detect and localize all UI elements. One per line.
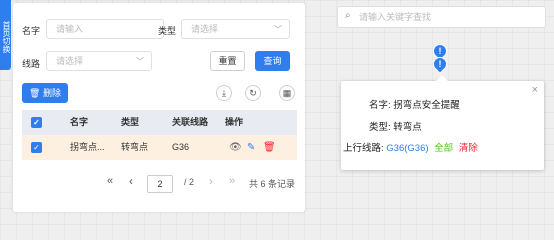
name-label: 名字 (22, 26, 41, 36)
download-icon[interactable]: ⤓ (216, 85, 232, 101)
line-select-placeholder: 请选择 (56, 56, 84, 66)
reset-button[interactable]: 重置 (210, 51, 245, 71)
map-search-placeholder: 请输入关键字查找 (359, 12, 432, 22)
next-page-icon[interactable]: › (209, 174, 213, 188)
prev-page-icon[interactable]: ‹ (129, 174, 133, 188)
search-icon: ⌕ (345, 10, 351, 21)
type-label: 类型 (158, 26, 177, 36)
popup-line-row: 上行线路: G36(G36) 全部 清除 (343, 140, 478, 154)
map-marker-icon[interactable]: ! (430, 54, 450, 74)
last-page-icon[interactable]: » (229, 175, 235, 187)
table-header: ✓ 名字 类型 关联线路 操作 (22, 110, 297, 135)
total-pages: / 2 (184, 177, 195, 187)
name-input[interactable]: 请输入 (46, 19, 164, 39)
side-tab[interactable]: 首页切换 (0, 0, 11, 70)
column-header-name: 名字 (70, 117, 89, 127)
column-header-type: 类型 (121, 117, 140, 127)
popup-name-value: 拐弯点安全提醒 (393, 100, 460, 111)
trash-icon: 🗑 (29, 88, 41, 98)
popup-name-label: 名字: (369, 100, 391, 111)
edit-icon[interactable]: ✎ (247, 135, 255, 160)
query-button[interactable]: 查询 (255, 51, 290, 71)
chevron-down-icon: ﹀ (274, 25, 282, 34)
popup-clear-link[interactable]: 清除 (459, 143, 478, 154)
cell-line: G36 (172, 142, 190, 152)
popup-all-link[interactable]: 全部 (434, 143, 453, 154)
query-panel: 名字 请输入 类型 请选择 ﹀ 线路 请选择 ﹀ 重置 查询 🗑 删除 ⤓ ↻ … (13, 3, 305, 212)
column-header-line: 关联线路 (172, 117, 209, 127)
delete-button[interactable]: 🗑 删除 (22, 83, 68, 103)
map-info-popup: × 名字: 拐弯点安全提醒 类型: 转弯点 上行线路: G36(G36) 全部 … (341, 75, 544, 170)
refresh-icon[interactable]: ↻ (245, 85, 261, 101)
line-select[interactable]: 请选择 ﹀ (46, 51, 152, 71)
select-all-checkbox[interactable]: ✓ (31, 117, 42, 128)
cell-type: 转弯点 (121, 142, 149, 152)
popup-type-value: 转弯点 (393, 122, 422, 133)
popup-name-row: 名字: 拐弯点安全提醒 (369, 97, 460, 111)
grid-icon[interactable]: ▦ (279, 85, 295, 101)
type-select[interactable]: 请选择 ﹀ (181, 19, 290, 39)
delete-button-label: 删除 (42, 88, 61, 98)
marker-glyph: ! (438, 46, 442, 56)
first-page-icon[interactable]: « (107, 175, 113, 187)
page-number-input[interactable]: 2 (147, 175, 173, 193)
column-header-actions: 操作 (225, 117, 244, 127)
chevron-down-icon: ﹀ (136, 57, 144, 66)
map-search-input[interactable]: ⌕ 请输入关键字查找 (337, 6, 546, 28)
row-checkbox[interactable]: ✓ (31, 142, 42, 153)
close-icon[interactable]: × (532, 84, 538, 96)
eye-icon[interactable]: 👁 (229, 135, 242, 160)
popup-line-label: 上行线路: (343, 143, 384, 154)
cell-name: 拐弯点... (70, 142, 105, 152)
table-row[interactable]: ✓ 拐弯点... 转弯点 G36 👁 ✎ 🗑 (22, 135, 297, 160)
popup-line-value[interactable]: G36(G36) (386, 143, 428, 154)
type-select-placeholder: 请选择 (191, 24, 219, 34)
popup-type-label: 类型: (369, 122, 391, 133)
line-label: 线路 (22, 59, 41, 69)
record-count: 共 6 条记录 (249, 179, 296, 189)
trash-icon[interactable]: 🗑 (263, 135, 276, 160)
popup-type-row: 类型: 转弯点 (369, 119, 422, 133)
name-input-placeholder: 请输入 (56, 24, 84, 34)
marker-glyph: ! (438, 59, 442, 69)
